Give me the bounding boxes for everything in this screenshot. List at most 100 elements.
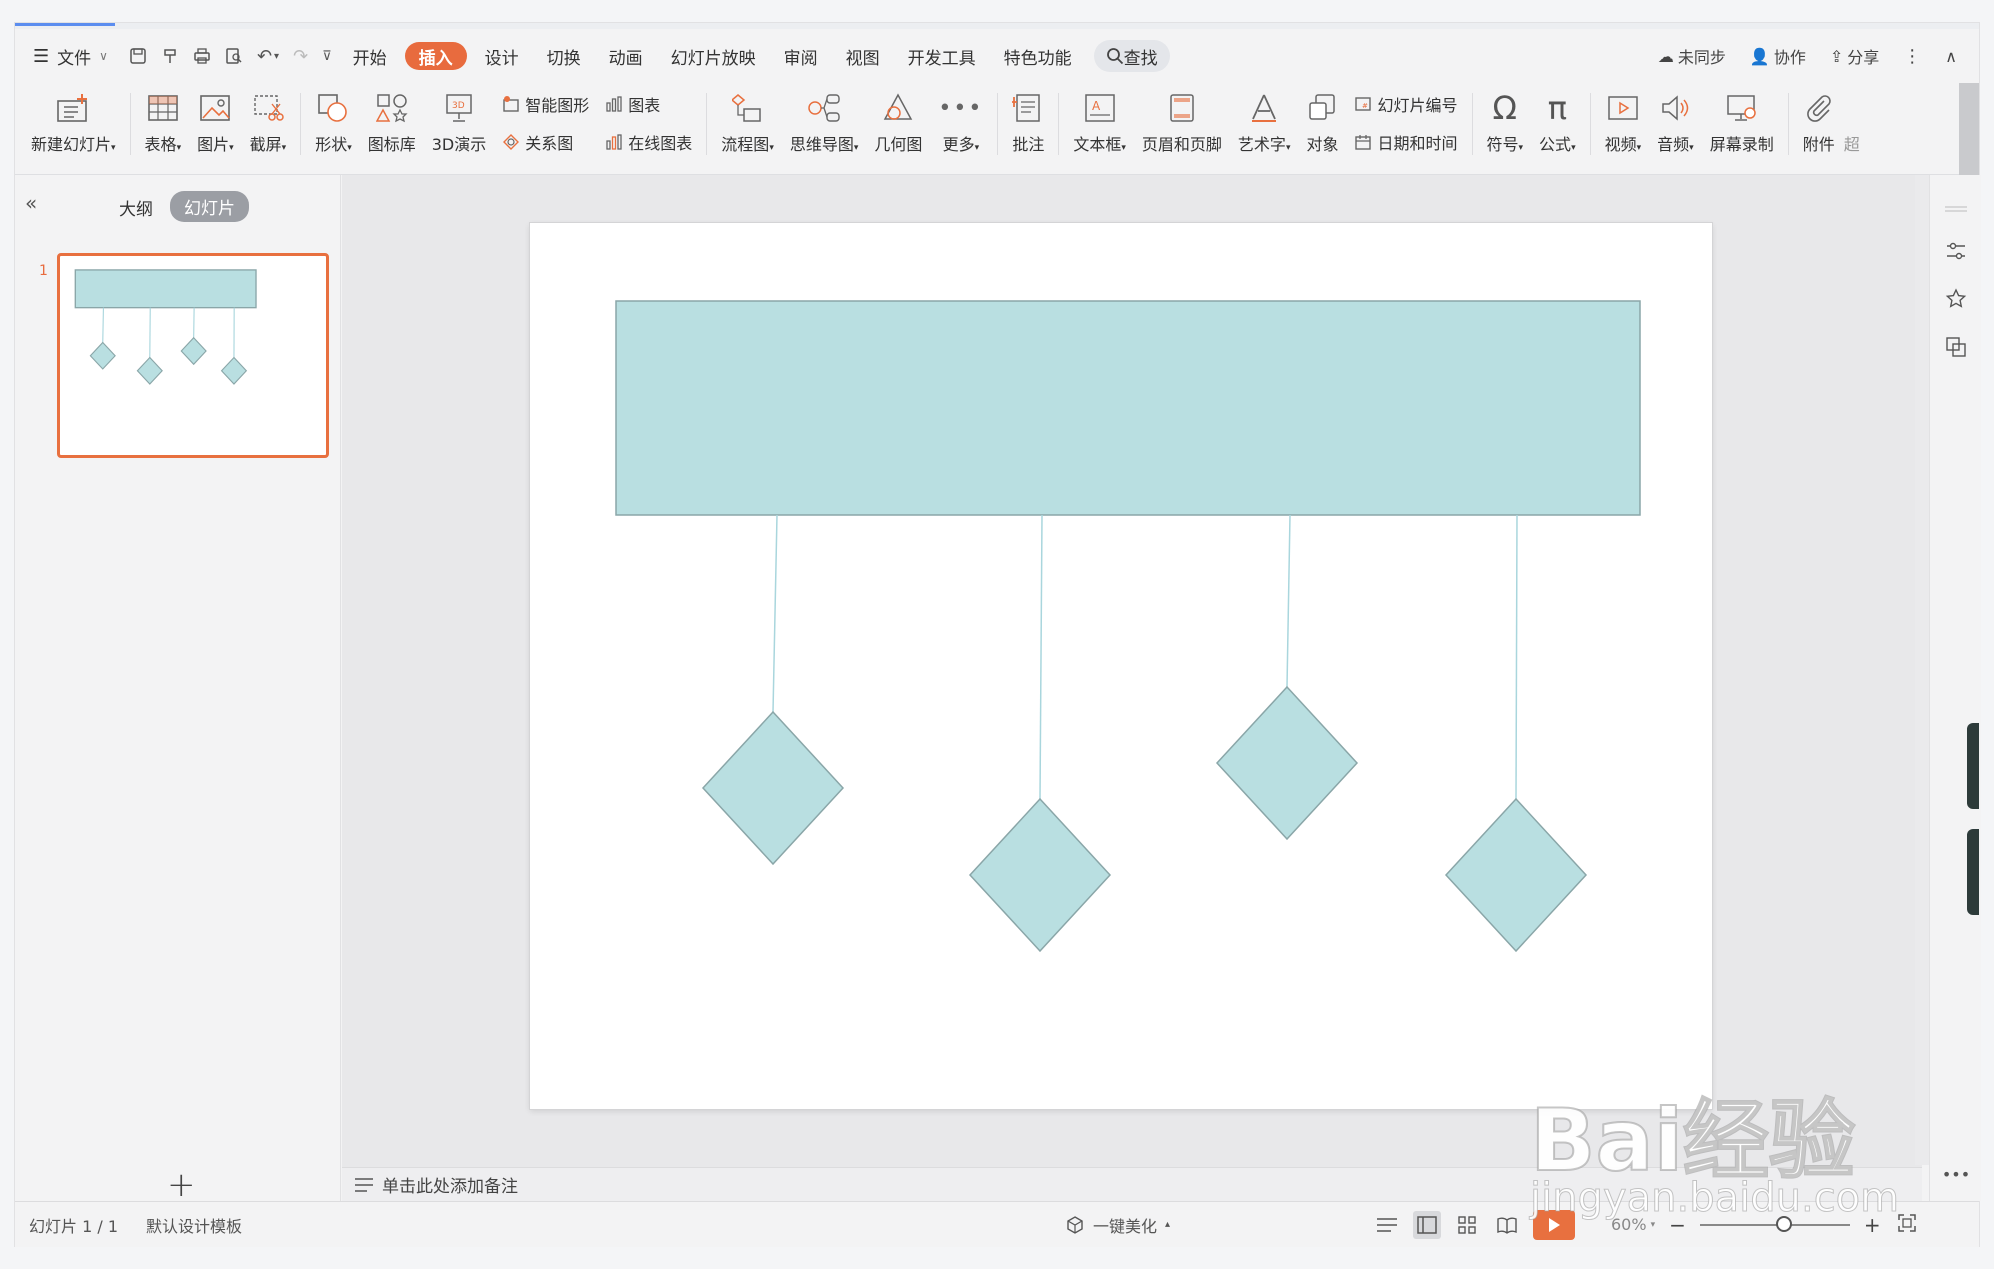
tab-slideshow[interactable]: 幻灯片放映 (657, 39, 770, 73)
tab-outline[interactable]: 大纲 (119, 195, 153, 220)
search-box[interactable]: 查找 (1093, 40, 1170, 72)
zoom-level[interactable]: 60% (1611, 1215, 1647, 1234)
slide-thumbnail[interactable] (57, 253, 329, 458)
more-dots-icon[interactable]: ••• (1942, 1160, 1970, 1188)
tab-special-features[interactable]: 特色功能 (990, 39, 1086, 73)
notes-pane[interactable]: 单击此处添加备注 (342, 1167, 1922, 1201)
zoom-out-icon[interactable]: − (1669, 1213, 1686, 1237)
normal-view-icon[interactable] (1413, 1210, 1441, 1239)
3d-demo-button[interactable]: 3D 3D演示 (424, 83, 495, 163)
slide-panel: « 大纲 幻灯片 1 + (15, 175, 341, 1205)
svg-text:A: A (1092, 99, 1101, 113)
format-painter-icon[interactable] (154, 39, 186, 73)
connector-line-1[interactable] (772, 514, 778, 713)
chart-button[interactable]: 图表 (605, 86, 692, 122)
tab-developer[interactable]: 开发工具 (894, 39, 990, 73)
audio-button[interactable]: 音频▾ (1649, 83, 1702, 163)
textbox-button[interactable]: A 文本框▾ (1065, 83, 1134, 163)
undo-icon[interactable]: ↶ ▾ (250, 39, 286, 73)
share-button[interactable]: ⇪ 分享 (1818, 39, 1891, 73)
new-slide-button[interactable]: 新建幻灯片▾ (23, 83, 124, 163)
diamond-shape-2[interactable] (968, 797, 1112, 953)
icon-library-button[interactable]: 图标库 (360, 83, 424, 163)
symbol-button[interactable]: Ω 符号▾ (1479, 83, 1532, 163)
reading-view-icon[interactable] (1493, 1211, 1521, 1239)
ribbon-scroll-button[interactable] (1959, 83, 1979, 175)
play-slideshow-button[interactable] (1533, 1209, 1575, 1240)
top-rectangle-shape[interactable] (615, 300, 1641, 516)
diamond-shape-3[interactable] (1215, 685, 1359, 841)
tab-view[interactable]: 视图 (832, 39, 894, 73)
connector-line-2[interactable] (1039, 514, 1043, 800)
shape-button[interactable]: 形状▾ (307, 83, 360, 163)
video-button[interactable]: 视频▾ (1597, 83, 1650, 163)
object-button[interactable]: 对象 (1298, 83, 1346, 163)
attachment-button[interactable]: 附件 (1795, 83, 1843, 163)
flowchart-icon (731, 87, 764, 129)
diamond-shape-1[interactable] (701, 710, 845, 866)
table-button[interactable]: 表格▾ (137, 83, 190, 163)
star-icon[interactable] (1942, 285, 1970, 313)
picture-button[interactable]: 图片▾ (189, 83, 242, 163)
connector-line-3[interactable] (1286, 514, 1291, 688)
beautify-button[interactable]: 一键美化 ▴ (1065, 1213, 1170, 1237)
tab-slides[interactable]: 幻灯片 (170, 191, 249, 222)
zoom-in-icon[interactable]: + (1864, 1213, 1881, 1237)
active-document-tab[interactable] (15, 23, 115, 26)
connector-line-4[interactable] (1515, 514, 1518, 800)
tab-design[interactable]: 设计 (471, 39, 533, 73)
online-chart-icon (606, 134, 622, 150)
tab-transitions[interactable]: 切换 (533, 39, 595, 73)
mindmap-button[interactable]: 思维导图▾ (782, 83, 867, 163)
fit-window-icon[interactable] (1897, 1213, 1917, 1237)
vertical-scrollbar[interactable] (1915, 175, 1929, 1165)
adjust-sliders-icon[interactable] (1942, 237, 1970, 265)
collab-label: 协作 (1773, 48, 1806, 67)
redo-icon[interactable]: ↷ (286, 39, 315, 73)
zoom-control: 60% ▾ − + (1611, 1213, 1917, 1237)
add-slide-icon[interactable]: + (167, 1165, 196, 1205)
comment-button[interactable]: 批注 (1004, 83, 1052, 163)
wordart-button[interactable]: 艺术字▾ (1230, 83, 1299, 163)
screen-record-label: 屏幕录制 (1709, 135, 1774, 154)
collapse-panel-icon[interactable]: « (25, 191, 37, 215)
more-button[interactable]: ••• 更多▾ (930, 83, 991, 163)
grid-view-icon[interactable] (1453, 1211, 1481, 1239)
print-icon[interactable] (186, 39, 218, 73)
smart-art-button[interactable]: 智能图形 (502, 86, 589, 122)
flowchart-button[interactable]: 流程图▾ (713, 83, 782, 163)
diamond-shape-4[interactable] (1444, 797, 1588, 953)
tab-animations[interactable]: 动画 (595, 39, 657, 73)
slide-number-button[interactable]: # 幻灯片编号 (1354, 86, 1458, 122)
side-widget-2[interactable] (1967, 829, 1979, 915)
notes-toggle-icon[interactable] (1373, 1211, 1401, 1239)
datetime-button[interactable]: 日期和时间 (1354, 124, 1458, 160)
tab-review[interactable]: 审阅 (770, 39, 832, 73)
template-name[interactable]: 默认设计模板 (132, 1213, 256, 1237)
tab-insert[interactable]: 插入 (404, 42, 467, 70)
slide-canvas[interactable] (530, 223, 1712, 1109)
print-preview-icon[interactable] (218, 39, 250, 73)
formula-button[interactable]: π 公式▾ (1531, 83, 1584, 163)
collapse-ribbon-icon[interactable]: ∧ (1933, 39, 1979, 73)
online-chart-button[interactable]: 在线图表 (605, 124, 692, 160)
screenshot-button[interactable]: 截屏▾ (242, 83, 295, 163)
screen-record-button[interactable]: 屏幕录制 (1702, 83, 1782, 163)
file-menu[interactable]: ☰ 文件 ∨ (15, 39, 122, 73)
zoom-slider[interactable] (1699, 1215, 1850, 1232)
collab-button[interactable]: 👤 协作 (1738, 39, 1818, 73)
customize-toolbar-icon[interactable]: ⊽ (315, 39, 339, 73)
notes-icon (355, 1177, 373, 1192)
slide-number-group: # 幻灯片编号 日期和时间 (1346, 83, 1465, 163)
tab-home[interactable]: 开始 (339, 39, 401, 73)
side-widget-1[interactable] (1967, 723, 1979, 809)
header-footer-button[interactable]: 页眉和页脚 (1134, 83, 1230, 163)
save-icon[interactable] (122, 39, 154, 73)
sync-status[interactable]: ☁ 未同步 (1646, 39, 1738, 73)
hyperlink-button-partial[interactable]: 超 (1843, 83, 1861, 163)
relation-chart-button[interactable]: 关系图 (502, 124, 589, 160)
more-options-icon[interactable]: ⋮ (1891, 39, 1933, 73)
geometry-button[interactable]: 几何图 (866, 83, 930, 163)
zoom-slider-knob[interactable] (1775, 1215, 1792, 1232)
transform-icon[interactable] (1942, 333, 1970, 361)
